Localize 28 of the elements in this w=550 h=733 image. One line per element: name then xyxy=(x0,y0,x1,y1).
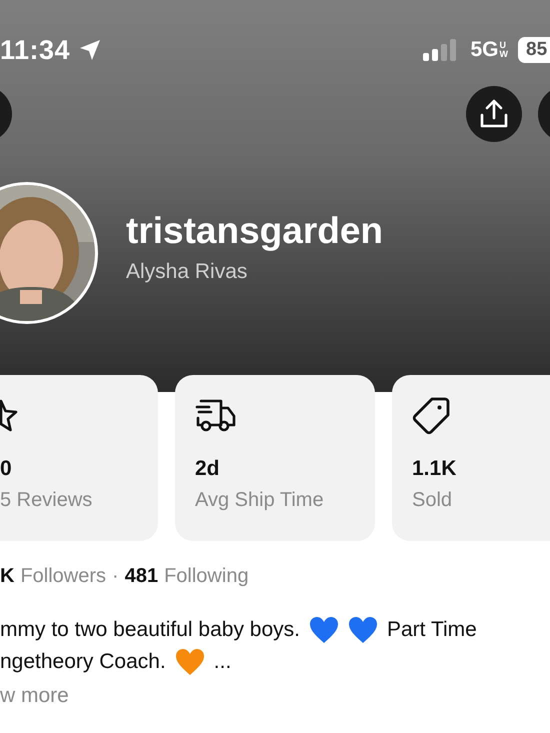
username: tristansgarden xyxy=(126,210,384,252)
tag-icon xyxy=(412,397,450,435)
following-count: 481 xyxy=(124,565,158,588)
location-arrow-icon xyxy=(78,38,102,62)
stat-card[interactable]: 0 5 Reviews xyxy=(0,375,158,541)
stat-value: 0 xyxy=(0,457,13,481)
stat-label: 5 Reviews xyxy=(0,489,94,512)
stat-value: 2d xyxy=(195,457,221,481)
separator: · xyxy=(112,565,119,588)
network-suffix-text: U W xyxy=(500,41,508,59)
bio-text: ngetheory Coach. xyxy=(0,650,166,674)
bio-text: mmy to two beautiful baby boys. xyxy=(0,618,300,642)
battery-level: 85 xyxy=(518,37,550,63)
star-icon xyxy=(0,399,18,433)
network-type: 5G xyxy=(470,38,498,62)
truck-icon xyxy=(195,398,237,434)
stat-value: 1.1K xyxy=(412,457,458,481)
status-time: 11:34 xyxy=(0,34,70,66)
bio-text: ... xyxy=(214,650,232,674)
stat-card[interactable]: 1.1K Sold xyxy=(392,375,550,541)
share-icon xyxy=(478,98,510,130)
bio-text: Part Time xyxy=(386,618,477,642)
followers-count: K xyxy=(0,565,14,588)
stat-label: Sold xyxy=(412,489,454,512)
display-name: Alysha Rivas xyxy=(126,260,248,284)
stat-card[interactable]: 2d Avg Ship Time xyxy=(175,375,375,541)
signal-icon xyxy=(422,38,456,62)
stat-label: Avg Ship Time xyxy=(195,489,325,512)
